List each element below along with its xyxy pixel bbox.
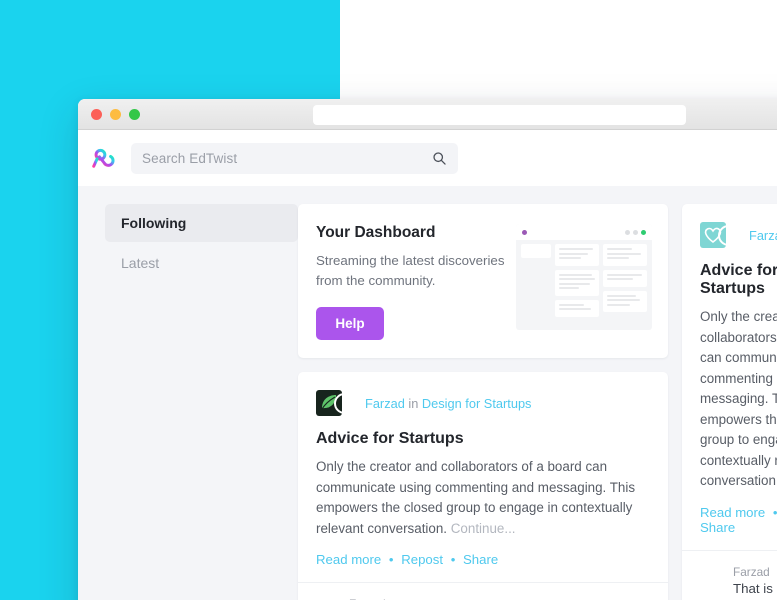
sidebar-item-following[interactable]: Following: [105, 204, 298, 242]
post-meta: Farzad in Design for Startups: [365, 396, 531, 411]
post-body-text: Only the creator and collaborators of a …: [700, 309, 777, 488]
feed-column: Your Dashboard Streaming the latest disc…: [298, 204, 668, 600]
comment-list: Farzad That is a super great piece of co…: [682, 549, 777, 600]
post-body: Only the creator and collaborators of a …: [700, 307, 777, 492]
avatar[interactable]: [334, 392, 355, 414]
browser-titlebar: [78, 99, 777, 130]
dashboard-title: Your Dashboard: [316, 224, 436, 241]
share-link[interactable]: Share: [463, 552, 498, 567]
right-column: Farzad Advice for Startups Only the crea…: [682, 204, 777, 600]
post-meta: Farzad: [749, 228, 777, 243]
app-header: Search EdTwist: [78, 130, 777, 186]
post-board-link[interactable]: Design for Startups: [422, 396, 532, 411]
read-more-link[interactable]: Read more: [700, 505, 765, 520]
sidebar-item-label: Following: [121, 215, 187, 231]
repost-link[interactable]: Repost: [401, 552, 443, 567]
post-card: Farzad in Design for Startups Advice for…: [298, 372, 668, 600]
post-body: Only the creator and collaborators of a …: [316, 457, 650, 539]
sidebar-item-latest[interactable]: Latest: [105, 244, 298, 282]
edtwist-logo-icon[interactable]: [90, 145, 117, 172]
post-header: Farzad in Design for Startups: [316, 390, 650, 416]
dashboard-subtitle: Streaming the latest discoveries from th…: [316, 253, 505, 288]
comment-list: Farzad That is a super great piece of co…: [298, 582, 668, 600]
maximize-window-button[interactable]: [129, 109, 140, 120]
post-header: Farzad: [700, 222, 777, 248]
minimize-window-button[interactable]: [110, 109, 121, 120]
close-window-button[interactable]: [91, 109, 102, 120]
post-author-link[interactable]: Farzad: [749, 228, 777, 243]
action-separator: •: [388, 552, 394, 567]
post-continue-link[interactable]: Continue...: [451, 521, 516, 536]
search-placeholder: Search EdTwist: [142, 150, 238, 166]
share-link[interactable]: Share: [700, 520, 735, 535]
avatar[interactable]: [700, 565, 723, 588]
post-in-label: in: [408, 395, 419, 411]
post-title: Advice for Startups: [316, 430, 464, 447]
post-author-link[interactable]: Farzad: [365, 396, 405, 411]
search-input[interactable]: Search EdTwist: [131, 142, 458, 174]
comment-author: Farzad: [733, 564, 770, 579]
sidebar: Following Latest: [78, 204, 298, 600]
action-separator: •: [769, 505, 777, 520]
window-traffic-lights: [91, 109, 140, 120]
search-icon[interactable]: [432, 151, 447, 166]
app-body: Following Latest Your Dashboard Streamin…: [78, 186, 777, 600]
action-separator: •: [450, 552, 456, 567]
post-actions: Read more • Repost • Share: [316, 539, 650, 582]
avatar[interactable]: [718, 224, 739, 246]
browser-window: Search EdTwist Following Latest Your Das…: [78, 99, 777, 600]
browser-address-bar[interactable]: [313, 105, 686, 125]
comment-item: Farzad That is a super great piece of co…: [700, 565, 777, 600]
post-actions: Read more • Repost • Share: [700, 492, 777, 550]
dashboard-card: Your Dashboard Streaming the latest disc…: [298, 204, 668, 358]
read-more-link[interactable]: Read more: [316, 552, 381, 567]
dashboard-preview-image: [516, 224, 652, 330]
post-title: Advice for Startups: [700, 262, 777, 297]
post-card: Farzad Advice for Startups Only the crea…: [682, 204, 777, 600]
comment-text: That is a super great piece of content.: [733, 580, 777, 600]
sidebar-item-label: Latest: [121, 255, 160, 271]
help-button[interactable]: Help: [316, 307, 384, 340]
screenshot-stage: Search EdTwist Following Latest Your Das…: [0, 0, 777, 600]
